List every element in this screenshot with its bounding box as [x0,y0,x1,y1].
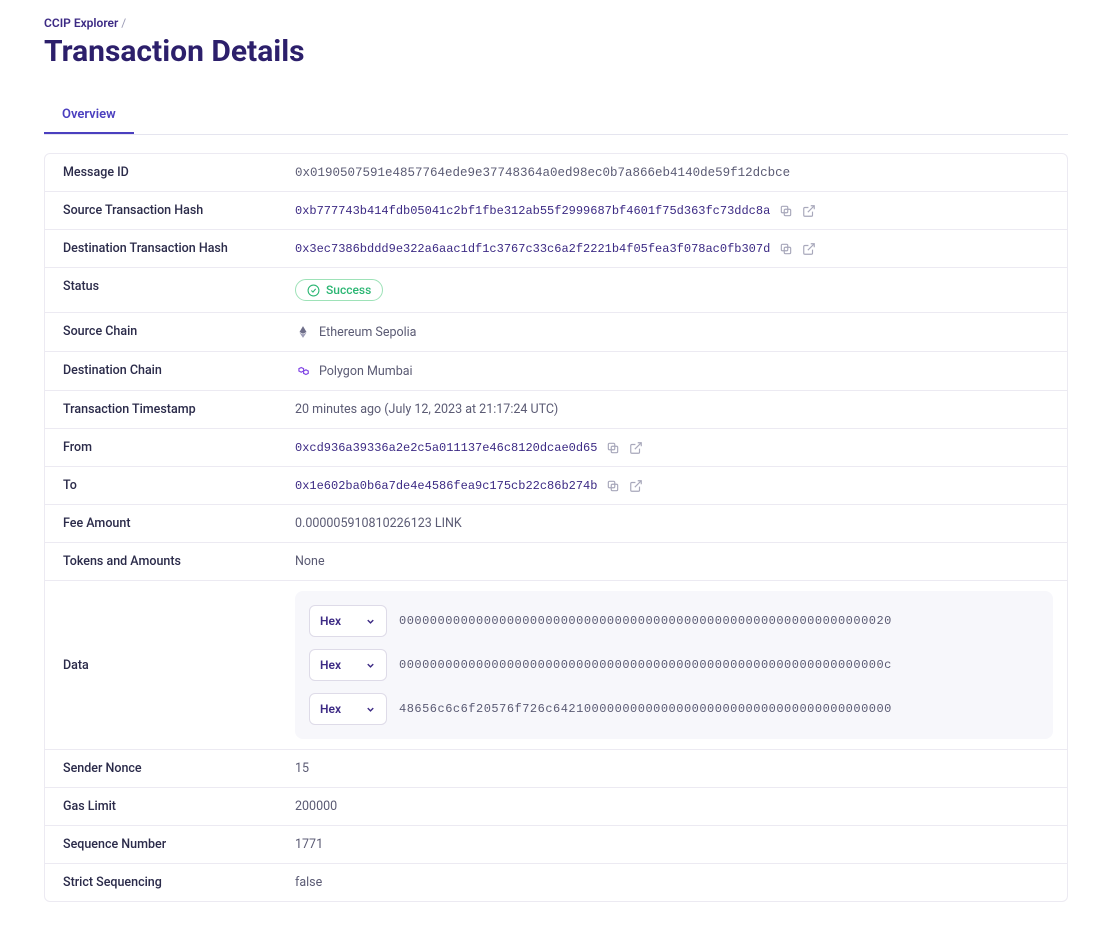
breadcrumb-sep: / [121,16,126,30]
label-nonce: Sender Nonce [45,750,295,787]
data-hex-value: 48656c6c6f20576f726c64210000000000000000… [399,702,892,716]
label-to: To [45,467,295,504]
link-dest-tx[interactable]: 0x3ec7386bddd9e322a6aac1df1c3767c33c6a2f… [295,242,770,256]
external-link-icon[interactable] [801,241,816,256]
label-fee: Fee Amount [45,505,295,542]
data-line: Hex 000000000000000000000000000000000000… [309,605,1039,637]
value-timestamp: 20 minutes ago (July 12, 2023 at 21:17:2… [295,391,1067,428]
chevron-down-icon [365,660,376,671]
value-strict-seq: false [295,864,1067,901]
copy-icon[interactable] [778,203,793,218]
link-to[interactable]: 0x1e602ba0b6a7de4e4586fea9c175cb22c86b27… [295,479,597,493]
chevron-down-icon [365,704,376,715]
label-from: From [45,429,295,466]
data-hex-value: 0000000000000000000000000000000000000000… [399,614,892,628]
value-fee: 0.000005910810226123 LINK [295,505,1067,542]
status-text: Success [326,283,371,297]
label-tokens: Tokens and Amounts [45,543,295,580]
breadcrumb-root-link[interactable]: CCIP Explorer [44,16,118,30]
data-format-select[interactable]: Hex [309,693,387,725]
external-link-icon[interactable] [801,203,816,218]
tab-overview[interactable]: Overview [44,97,134,134]
value-dest-chain: Polygon Mumbai [319,364,413,379]
value-sequence: 1771 [295,826,1067,863]
value-tokens: None [295,543,1067,580]
copy-icon[interactable] [605,440,620,455]
link-source-tx[interactable]: 0xb777743b414fdb05041c2bf1fbe312ab55f299… [295,204,770,218]
tabs: Overview [44,97,1068,135]
label-data: Data [45,581,295,749]
value-nonce: 15 [295,750,1067,787]
breadcrumb: CCIP Explorer / [44,16,1068,30]
page-title: Transaction Details [44,34,1068,69]
label-dest-tx: Destination Transaction Hash [45,230,295,267]
label-status: Status [45,268,295,312]
polygon-icon [295,363,311,379]
copy-icon[interactable] [605,478,620,493]
label-sequence: Sequence Number [45,826,295,863]
ethereum-icon [295,324,311,340]
status-badge: Success [295,279,383,301]
copy-icon[interactable] [778,241,793,256]
transaction-details-card: Message ID 0x0190507591e4857764ede9e3774… [44,153,1068,902]
label-timestamp: Transaction Timestamp [45,391,295,428]
external-link-icon[interactable] [628,440,643,455]
data-format-select[interactable]: Hex [309,605,387,637]
data-hex-value: 0000000000000000000000000000000000000000… [399,658,892,672]
label-strict-seq: Strict Sequencing [45,864,295,901]
check-circle-icon [307,284,320,297]
data-line: Hex 48656c6c6f20576f726c6421000000000000… [309,693,1039,725]
data-block: Hex 000000000000000000000000000000000000… [295,591,1053,739]
label-dest-chain: Destination Chain [45,352,295,390]
value-gas-limit: 200000 [295,788,1067,825]
label-message-id: Message ID [45,154,295,191]
value-message-id: 0x0190507591e4857764ede9e37748364a0ed98e… [295,154,1067,191]
label-gas-limit: Gas Limit [45,788,295,825]
chevron-down-icon [365,616,376,627]
value-source-chain: Ethereum Sepolia [319,325,417,340]
link-from[interactable]: 0xcd936a39336a2e2c5a011137e46c8120dcae0d… [295,441,597,455]
external-link-icon[interactable] [628,478,643,493]
label-source-tx: Source Transaction Hash [45,192,295,229]
data-line: Hex 000000000000000000000000000000000000… [309,649,1039,681]
data-format-select[interactable]: Hex [309,649,387,681]
label-source-chain: Source Chain [45,313,295,351]
